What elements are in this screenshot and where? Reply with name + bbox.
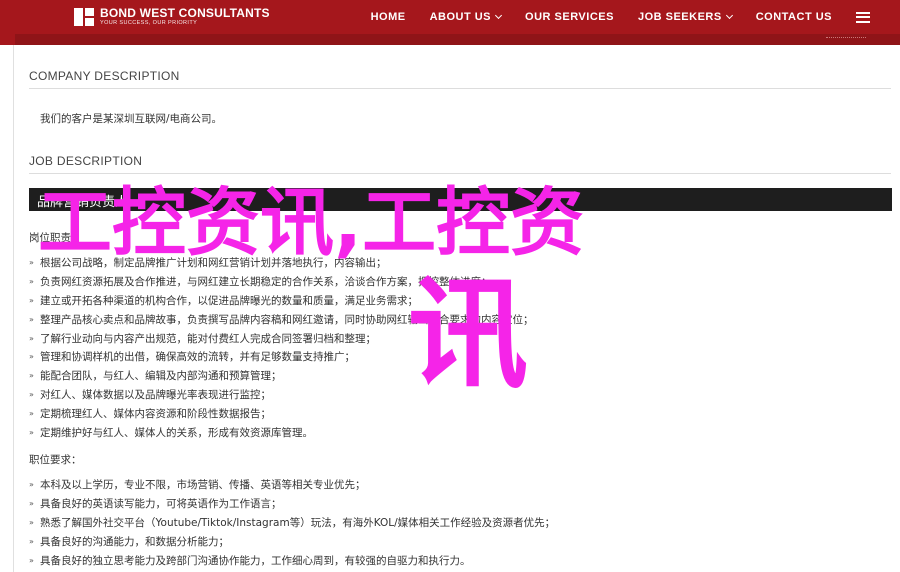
arrow-right-icon: »: [29, 352, 34, 362]
arrow-right-icon: »: [29, 333, 34, 343]
list-item: » 本科及以上学历，专业不限，市场营销、传播、英语等相关专业优先；: [29, 478, 366, 491]
nav-home[interactable]: HOME: [371, 11, 406, 23]
logo-tagline: YOUR SUCCESS, OUR PRIORITY: [100, 20, 198, 26]
arrow-right-icon: »: [29, 371, 34, 381]
arrow-right-icon: »: [29, 276, 34, 286]
requirements-list: » 本科及以上学历，专业不限，市场营销、传播、英语等相关专业优先； » 具备良好的英…: [29, 475, 555, 569]
logo-name: BOND WEST CONSULTANTS: [100, 6, 270, 20]
arrow-right-icon: »: [29, 479, 34, 489]
company-description-title: COMPANY DESCRIPTION: [29, 69, 180, 83]
list-item: » 熟悉了解国外社交平台（Youtube/Tiktok/Instagram等）玩法…: [29, 516, 556, 529]
arrow-right-icon: »: [29, 555, 34, 565]
arrow-right-icon: »: [29, 314, 34, 324]
nav-about-us[interactable]: ABOUT US: [430, 11, 503, 23]
arrow-right-icon: »: [29, 517, 34, 527]
job-description-title: JOB DESCRIPTION: [29, 154, 143, 168]
arrow-right-icon: »: [29, 390, 34, 400]
main-nav: HOME ABOUT US OUR SERVICES JOB SEEKERS C…: [371, 0, 900, 34]
company-description-text: 我们的客户是某深圳互联网/电商公司。: [40, 113, 223, 125]
list-item: » 具备良好的沟通能力，和数据分析能力；: [29, 535, 229, 548]
chevron-down-icon: [725, 11, 733, 20]
watermark-line-1: 工控资讯,工控资: [38, 180, 585, 266]
list-item: » 具备良好的英语读写能力，可将英语作为工作语言；: [29, 497, 282, 510]
arrow-right-icon: »: [29, 409, 34, 419]
nav-contact-us[interactable]: CONTACT US: [756, 11, 832, 23]
list-item: » 具备良好的独立思考能力及跨部门沟通协作能力，工作细心周到，有较强的自驱力和执行…: [29, 554, 471, 567]
list-item: » 定期梳理红人、媒体内容资源和阶段性数据报告；: [29, 408, 271, 421]
watermark-line-2: 讯: [408, 266, 528, 405]
chevron-down-icon: [494, 11, 503, 20]
arrow-right-icon: »: [29, 295, 34, 305]
site-logo[interactable]: BOND WEST CONSULTANTS YOUR SUCCESS, OUR …: [74, 6, 270, 28]
nav-our-services[interactable]: OUR SERVICES: [525, 11, 614, 23]
arrow-right-icon: »: [29, 536, 34, 546]
logo-mark-icon: [74, 6, 96, 28]
arrow-right-icon: »: [29, 498, 34, 508]
nav-job-seekers[interactable]: JOB SEEKERS: [638, 11, 733, 23]
header-subbar: [0, 34, 900, 45]
arrow-right-icon: »: [29, 427, 34, 437]
list-item: » 定期维护好与红人、媒体人的关系，形成有效资源库管理。: [29, 426, 313, 439]
requirements-label: 职位要求：: [29, 454, 82, 466]
hamburger-icon[interactable]: [856, 11, 870, 23]
